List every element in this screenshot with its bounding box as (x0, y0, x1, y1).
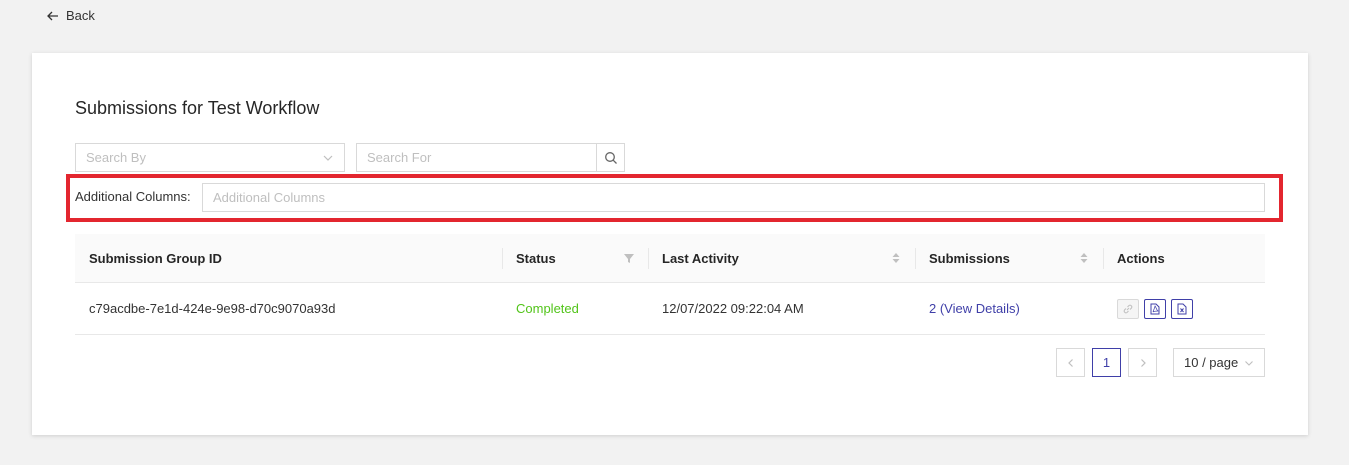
filter-icon[interactable] (624, 251, 634, 265)
page-title: Submissions for Test Workflow (75, 98, 320, 118)
excel-file-icon (1177, 303, 1187, 314)
sort-icon[interactable] (891, 251, 901, 265)
next-page-button[interactable] (1128, 348, 1157, 377)
last-activity: 12/07/2022 09:22:04 AM (662, 301, 804, 316)
column-header-group-id: Submission Group ID (89, 250, 222, 266)
pagination: 1 10 / page (1056, 348, 1265, 377)
back-link[interactable]: Back (46, 8, 95, 23)
arrow-left-icon (47, 11, 58, 20)
row-actions (1103, 298, 1265, 319)
export-excel-button[interactable] (1171, 298, 1193, 319)
submission-group-id: c79acdbe-7e1d-424e-9e98-d70c9070a93d (89, 301, 336, 316)
sort-icon[interactable] (1079, 251, 1089, 265)
column-header-submissions[interactable]: Submissions (915, 234, 1103, 282)
search-by-select[interactable]: Search By (75, 143, 345, 172)
submissions-card: Submissions for Test Workflow Search By … (32, 53, 1308, 435)
link-icon (1123, 304, 1133, 313)
page-size-select[interactable]: 10 / page (1173, 348, 1265, 377)
search-by-placeholder: Search By (86, 150, 146, 165)
table-header: Submission Group ID Status Last Activity… (75, 234, 1265, 283)
column-header-actions: Actions (1103, 234, 1265, 282)
copy-link-button[interactable] (1117, 298, 1139, 319)
chevron-right-icon (1140, 358, 1146, 367)
export-pdf-button[interactable] (1144, 298, 1166, 319)
table-row: c79acdbe-7e1d-424e-9e98-d70c9070a93d Com… (75, 283, 1265, 335)
additional-columns-input[interactable] (202, 183, 1265, 212)
view-details-link[interactable]: 2 (View Details) (915, 301, 1103, 316)
pdf-file-icon (1150, 303, 1160, 314)
submissions-table: Submission Group ID Status Last Activity… (75, 234, 1265, 335)
page-button[interactable]: 1 (1092, 348, 1121, 377)
prev-page-button[interactable] (1056, 348, 1085, 377)
back-label: Back (66, 8, 95, 23)
column-header-status[interactable]: Status (502, 234, 648, 282)
status-badge: Completed (516, 301, 579, 316)
search-icon (604, 151, 617, 164)
search-for-group (356, 143, 625, 172)
column-header-last-activity[interactable]: Last Activity (648, 234, 915, 282)
chevron-left-icon (1067, 358, 1073, 367)
search-button[interactable] (596, 143, 625, 172)
chevron-down-icon (323, 155, 333, 161)
chevron-down-icon (1245, 360, 1253, 366)
page-size-label: 10 / page (1184, 355, 1239, 370)
additional-columns-label: Additional Columns: (75, 189, 191, 204)
search-for-input[interactable] (356, 143, 596, 172)
